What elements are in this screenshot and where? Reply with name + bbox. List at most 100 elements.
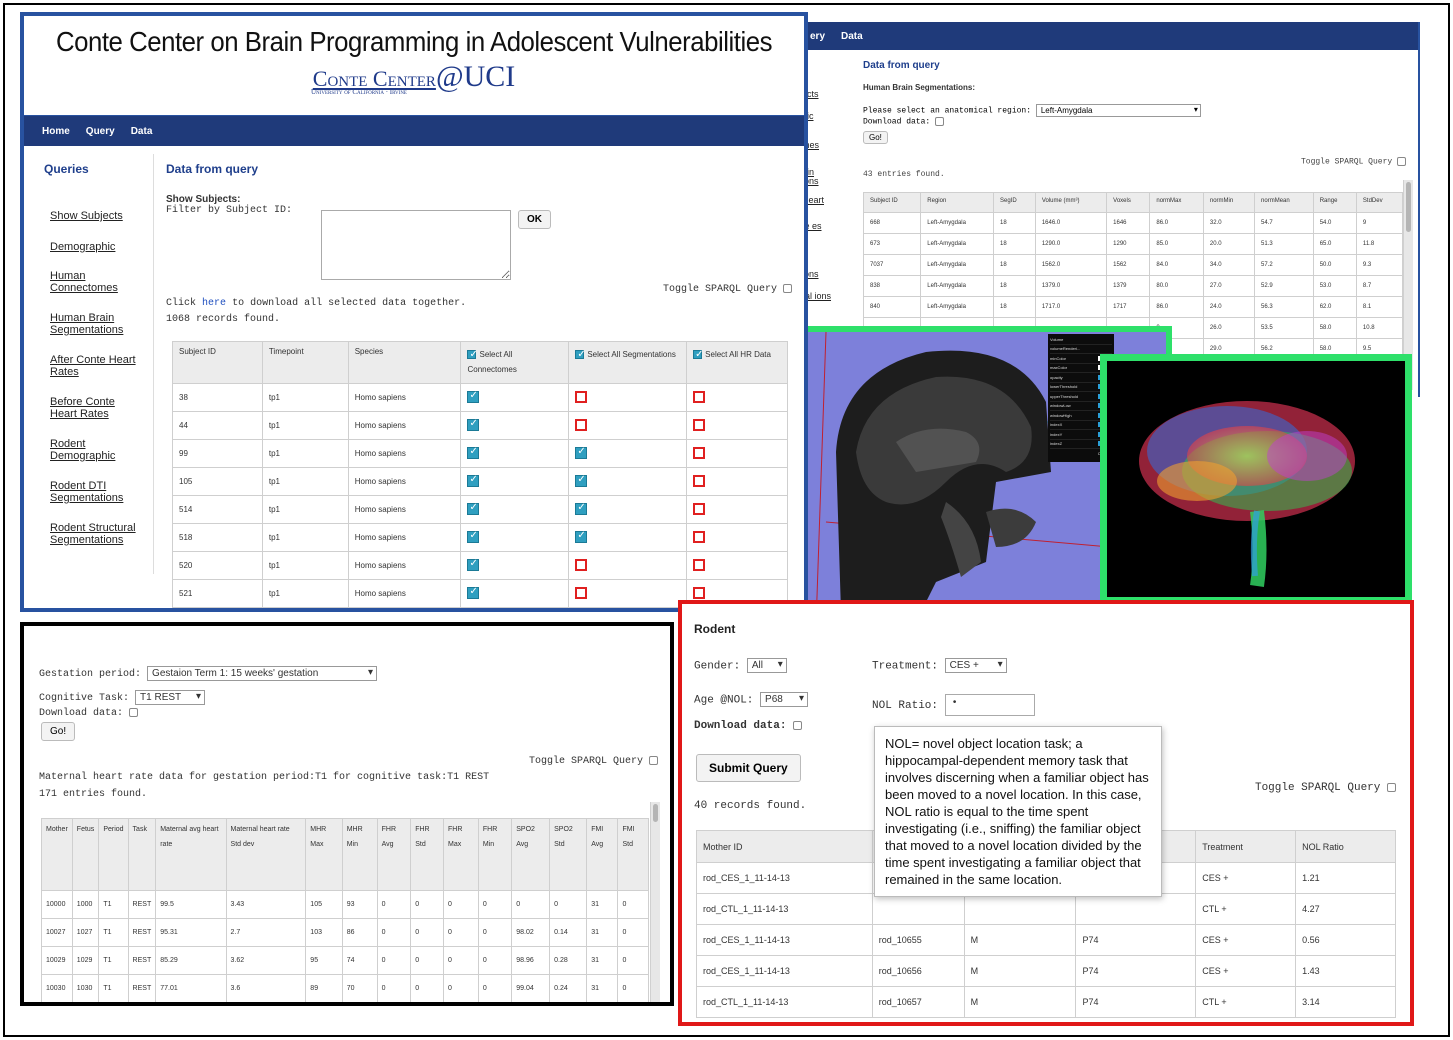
region-select[interactable]: Left-Amygdala ▾ [1035,104,1201,117]
column-header[interactable]: Maternal avg heart rate [155,818,227,891]
select-all-header[interactable]: Select All Segmentations [568,341,688,384]
cognitive-task-select[interactable]: T1 REST ▾ [135,690,206,705]
hr-sparql-checkbox[interactable] [649,756,658,765]
viewer-control-row[interactable]: Volume [1050,335,1112,345]
seg-nav-data[interactable]: Data [841,31,863,42]
column-header[interactable]: FHR Avg [376,818,412,891]
row-select-checkbox[interactable] [575,390,588,403]
rodent-sparql-checkbox[interactable] [1387,782,1396,792]
select-all-checkbox[interactable] [467,349,478,360]
row-select-checkbox[interactable] [693,446,706,459]
row-select-checkbox[interactable] [467,558,480,571]
column-header[interactable]: Range [1312,192,1357,213]
gestation-select[interactable]: Gestaion Term 1: 15 weeks' gestation ▾ [147,666,378,681]
nol-ratio-input[interactable]: • [944,694,1035,716]
row-select-checkbox[interactable] [693,530,706,543]
row-select-checkbox[interactable] [693,502,706,515]
seg-go-button[interactable]: Go! [863,130,888,144]
row-select-checkbox[interactable] [575,586,588,599]
sparql-checkbox[interactable] [783,284,792,293]
column-header[interactable]: Treatment [1195,830,1297,863]
hr-scrollbar[interactable] [650,802,660,1002]
sidebar-item-after-conte-heart-rates[interactable]: After Conte Heart Rates [50,354,140,378]
seg-nav-query[interactable]: ery [810,31,825,42]
select-all-header[interactable]: Select All HR Data [686,341,788,384]
nav-home[interactable]: Home [42,126,70,137]
ok-button[interactable]: OK [518,210,551,229]
column-header[interactable]: SPO2 Std [549,818,588,891]
column-header[interactable]: Subject ID [862,192,922,213]
column-header[interactable]: Task [127,818,157,891]
row-select-checkbox[interactable] [467,418,480,431]
row-select-checkbox[interactable] [467,530,480,543]
row-select-checkbox[interactable] [467,502,480,515]
nav-data[interactable]: Data [131,126,153,137]
row-select-checkbox[interactable] [693,474,706,487]
hr-download-checkbox[interactable] [129,708,139,717]
column-header[interactable]: Mother [41,818,73,891]
column-header[interactable]: MHR Min [341,818,378,891]
select-all-header[interactable]: Select All Connectomes [460,341,570,384]
hr-go-button[interactable]: Go! [41,722,76,741]
seg-sparql-checkbox[interactable] [1397,157,1406,166]
row-select-checkbox[interactable] [693,390,706,403]
row-select-checkbox[interactable] [575,474,588,487]
row-select-checkbox[interactable] [467,474,480,487]
column-header[interactable]: normMin [1202,192,1256,213]
column-header[interactable]: SPO2 Avg [511,818,551,891]
tractography-image[interactable] [1107,361,1405,597]
nav-query[interactable]: Query [86,126,115,137]
column-header[interactable]: FMI Std [617,818,649,891]
age-select[interactable]: P68 ▾ [760,692,809,707]
row-select-checkbox[interactable] [575,530,588,543]
row-select-checkbox[interactable] [693,418,706,431]
column-header[interactable]: Timepoint [261,341,349,384]
sidebar-item-rodent-dti-segmentations[interactable]: Rodent DTI Segmentations [50,480,140,504]
row-select-checkbox[interactable] [693,586,706,599]
submit-query-button[interactable]: Submit Query [696,754,801,782]
row-select-checkbox[interactable] [467,446,480,459]
sidebar-item-demographic[interactable]: Demographic [50,241,140,253]
treatment-select[interactable]: CES + ▾ [944,658,1007,673]
row-select-checkbox[interactable] [575,502,588,515]
column-header[interactable]: FHR Min [477,818,513,891]
column-header[interactable]: normMax [1149,192,1204,213]
sidebar-item-rodent-structural-segmentations[interactable]: Rodent Structural Segmentations [50,522,140,546]
column-header[interactable]: Subject ID [172,341,263,384]
viewer-control-row[interactable]: volumeRenderi... [1050,345,1112,354]
column-header[interactable]: FHR Max [443,818,479,891]
column-header[interactable]: Maternal heart rate Std dev [225,818,307,891]
row-select-checkbox[interactable] [467,390,480,403]
column-header[interactable]: MHR Max [305,818,343,891]
column-header[interactable]: Fetus [71,818,100,891]
column-header[interactable]: Voxels [1106,192,1151,213]
row-select-checkbox[interactable] [467,586,480,599]
column-header[interactable]: Volume (mm³) [1034,192,1108,213]
column-header[interactable]: Mother ID [696,830,873,863]
row-select-checkbox[interactable] [693,558,706,571]
sidebar-item-show-subjects[interactable]: Show Subjects [50,210,140,222]
row-select-checkbox[interactable] [575,558,588,571]
download-all-link[interactable]: here [202,298,226,309]
row-select-checkbox[interactable] [575,418,588,431]
subject-id-filter[interactable] [321,210,511,280]
column-header[interactable]: Species [347,341,462,384]
sidebar-item-before-conte-heart-rates[interactable]: Before Conte Heart Rates [50,396,140,420]
seg-download-checkbox[interactable] [935,117,945,126]
select-all-checkbox[interactable] [693,349,704,360]
sidebar-item-human-connectomes[interactable]: Human Connectomes [50,270,140,294]
sidebar-item-human-brain-segmentations[interactable]: Human Brain Segmentations [50,312,140,336]
column-header[interactable]: StdDev [1355,192,1404,213]
sidebar-item-rodent-demographic[interactable]: Rodent Demographic [50,438,140,462]
column-header[interactable]: FMI Avg [586,818,619,891]
column-header[interactable]: NOL Ratio [1295,830,1396,863]
column-header[interactable]: Region [920,192,995,213]
select-all-checkbox[interactable] [575,349,586,360]
column-header[interactable]: Period [98,818,129,891]
row-select-checkbox[interactable] [575,446,588,459]
rodent-download-checkbox[interactable] [793,720,803,730]
gender-select[interactable]: All ▾ [746,658,787,673]
column-header[interactable]: normMean [1254,192,1314,213]
column-header[interactable]: FHR Std [410,818,445,891]
column-header[interactable]: SegID [993,192,1036,213]
